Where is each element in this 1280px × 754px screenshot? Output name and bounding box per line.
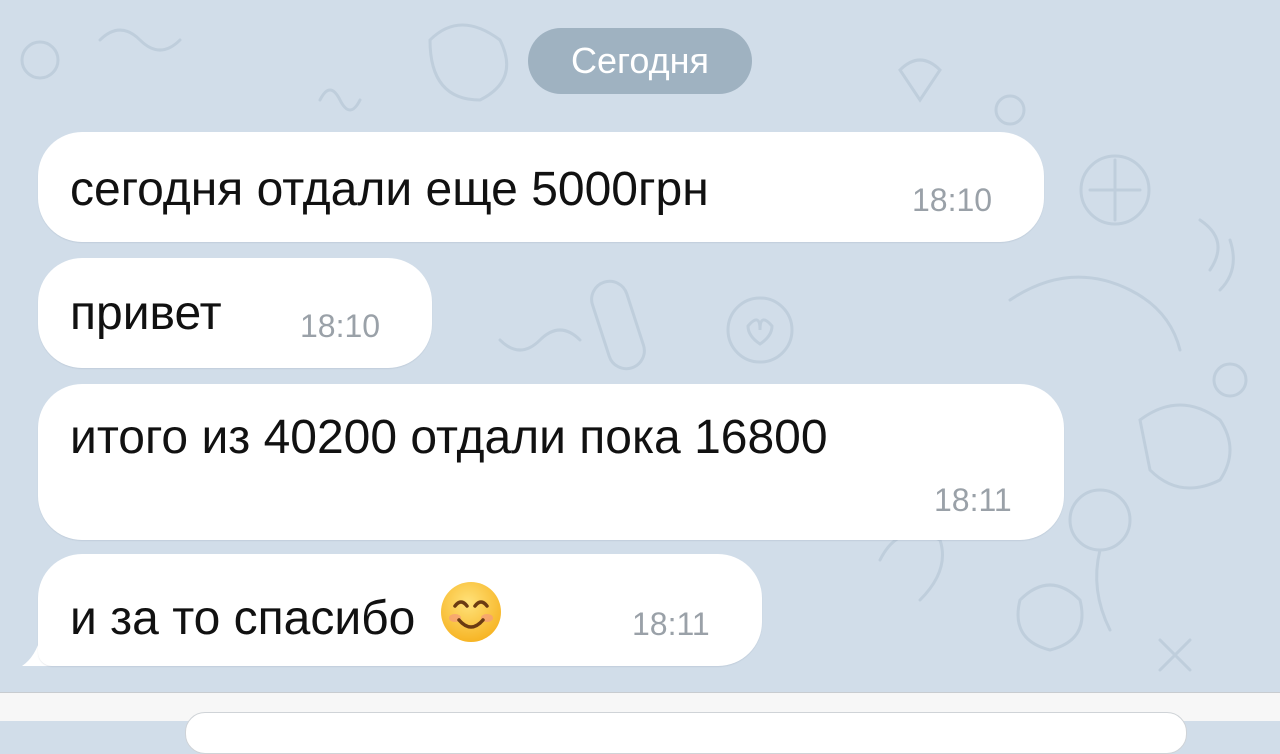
message-bubble[interactable]: итого из 40200 отдали пока 16800 18:11 [38, 384, 1064, 540]
message-text: привет [70, 287, 222, 340]
message-time: 18:10 [300, 308, 381, 344]
message-time: 18:11 [632, 606, 710, 642]
message-time: 18:10 [912, 182, 993, 218]
message-text: сегодня отдали еще 5000грн [70, 163, 709, 216]
date-separator: Сегодня [528, 28, 752, 94]
message-bubble[interactable]: и за то спасибо 18:11 [38, 554, 762, 666]
message-text: и за то спасибо [70, 592, 416, 645]
message-time: 18:11 [934, 482, 1012, 518]
message-bubble[interactable]: сегодня отдали еще 5000грн 18:10 [38, 132, 1044, 242]
message-text: итого из 40200 отдали пока 16800 [70, 411, 828, 464]
message-bubble[interactable]: привет 18:10 [38, 258, 432, 368]
message-input-field[interactable] [185, 712, 1187, 754]
smiling-face-emoji-icon [440, 582, 501, 642]
